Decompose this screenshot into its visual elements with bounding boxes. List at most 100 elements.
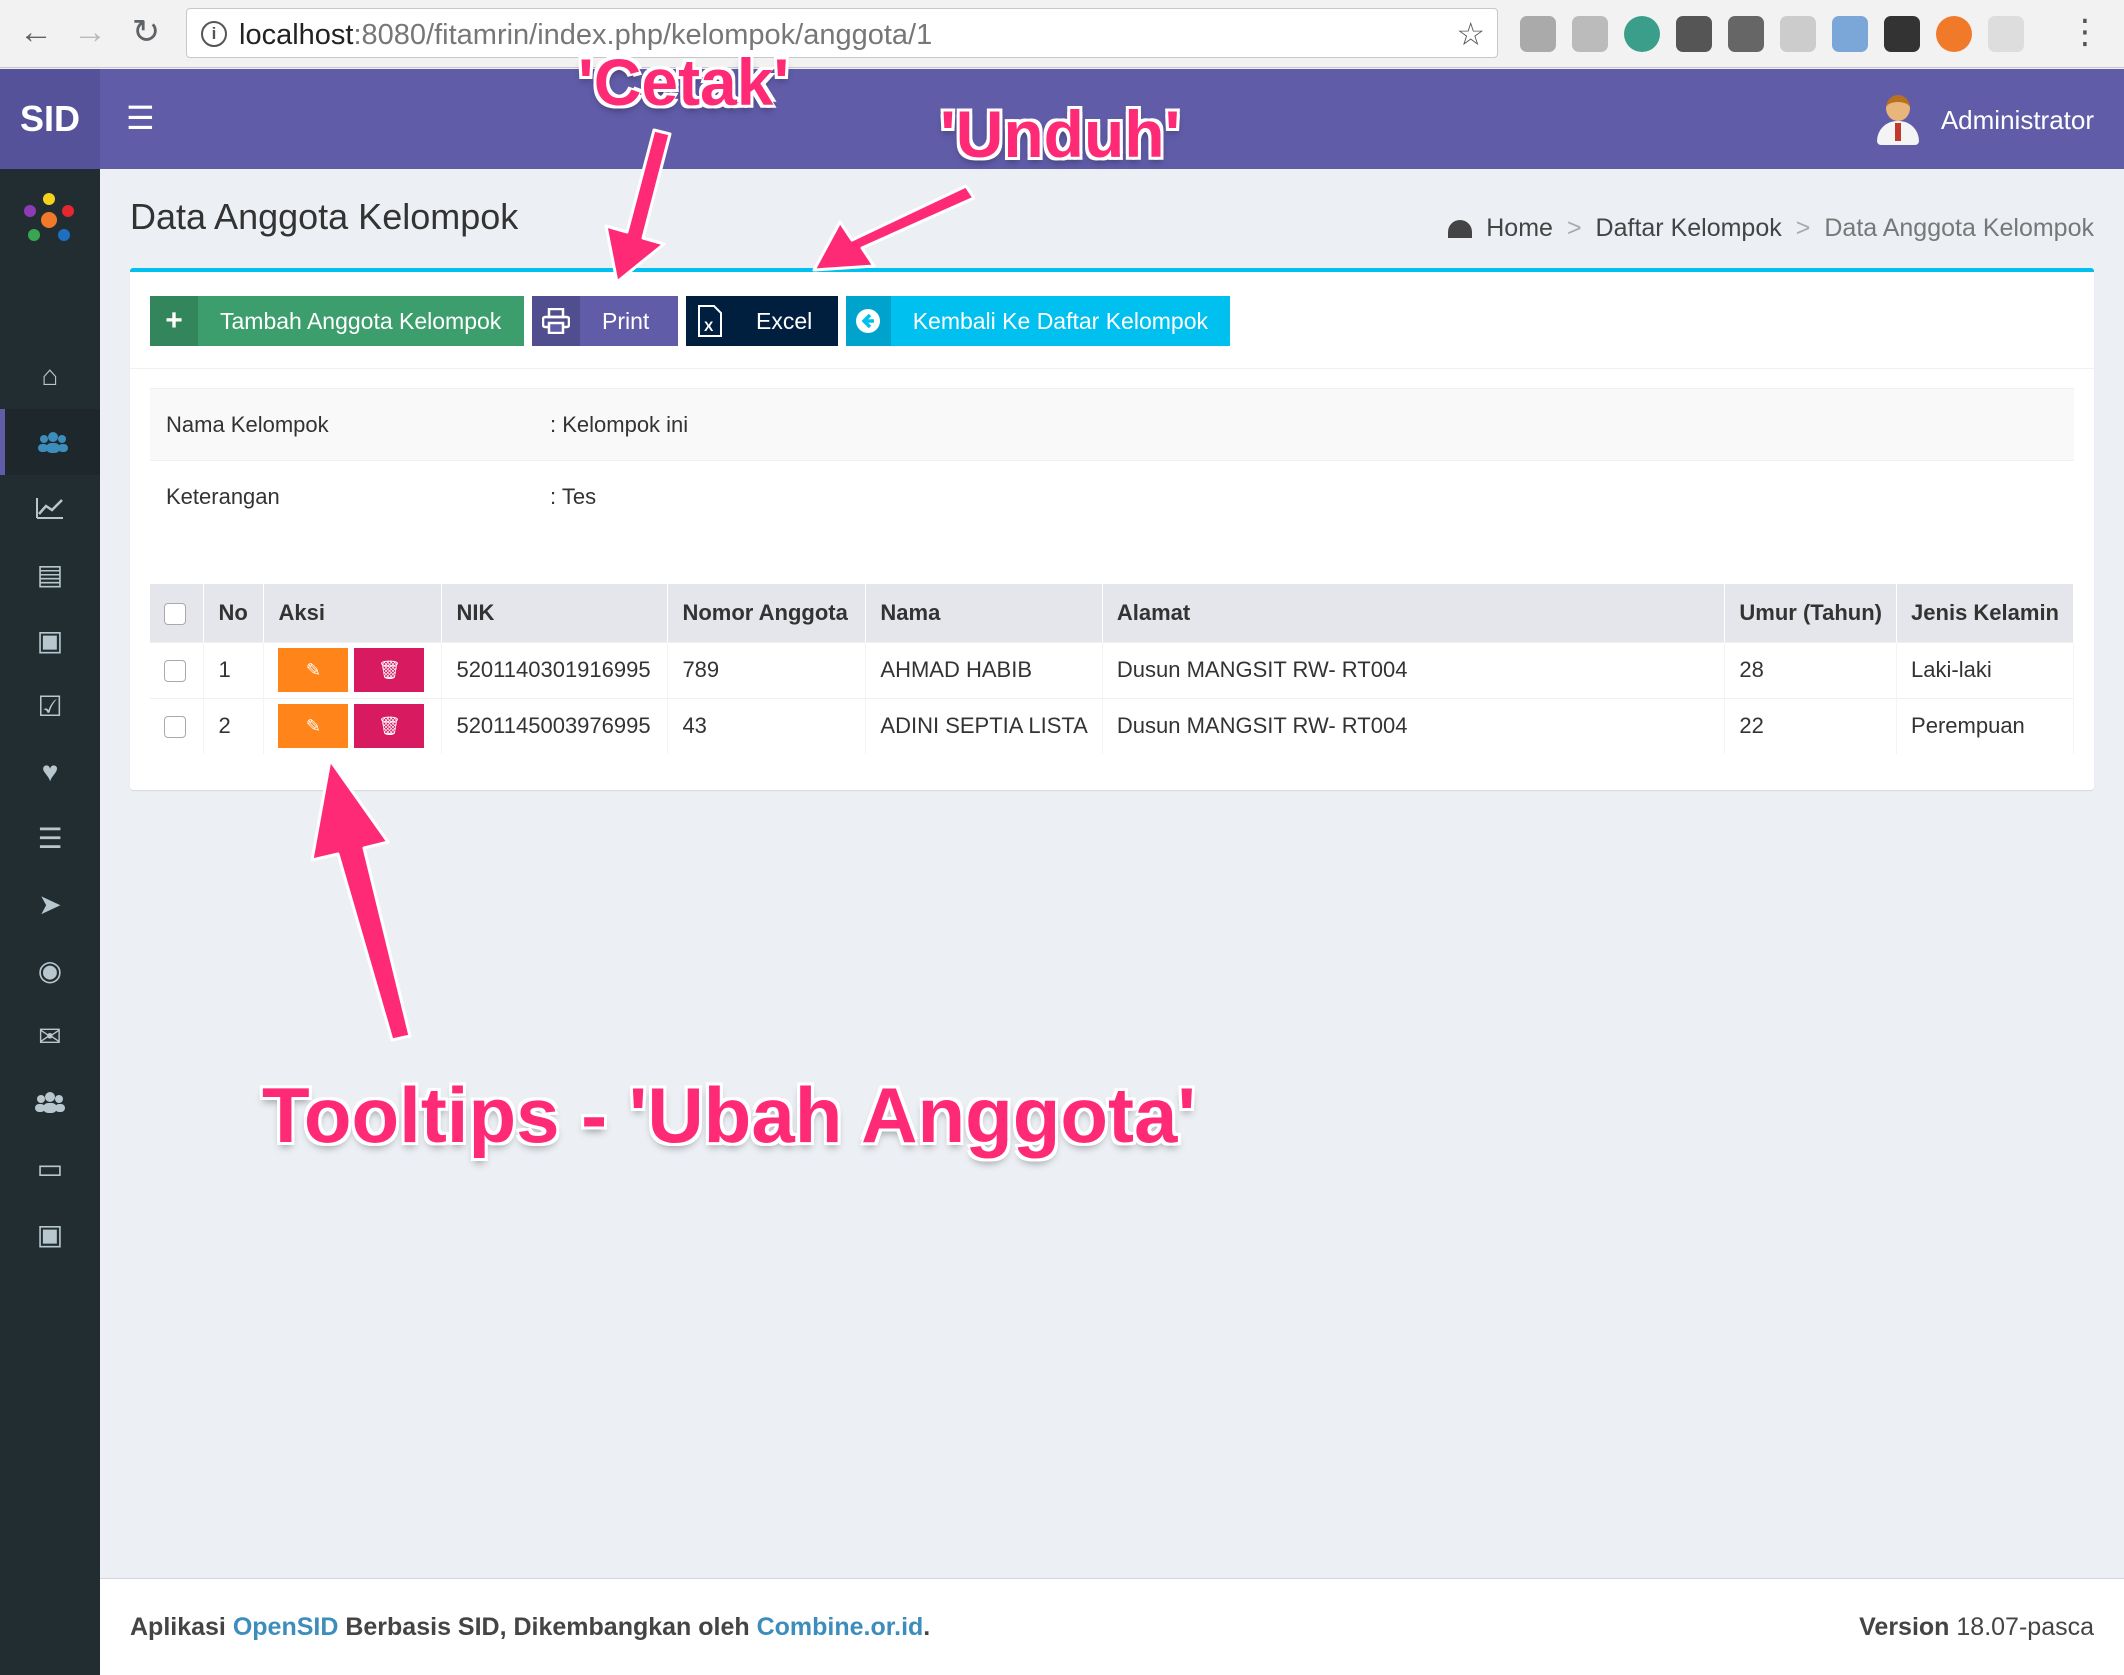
info-icon[interactable]: i bbox=[201, 21, 227, 47]
add-member-label: Tambah Anggota Kelompok bbox=[220, 307, 502, 334]
row-checkbox[interactable] bbox=[164, 660, 186, 683]
sidebar-item-home[interactable]: ⌂ bbox=[0, 343, 100, 409]
clock-extension-icon[interactable] bbox=[1624, 16, 1660, 52]
user-menu[interactable]: Administrator bbox=[1875, 95, 2094, 145]
edit-member-button[interactable]: ✎ bbox=[278, 704, 349, 749]
table-header-row: No Aksi NIK Nomor Anggota Nama Alamat Um… bbox=[150, 584, 2074, 642]
extension-icon[interactable] bbox=[1520, 16, 1556, 52]
browser-menu-icon[interactable]: ⋮ bbox=[2068, 12, 2102, 52]
envelope-icon: ✉ bbox=[38, 1020, 62, 1052]
breadcrumb: Home > Daftar Kelompok > Data Anggota Ke… bbox=[1448, 214, 2094, 243]
combine-link[interactable]: Combine.or.id bbox=[757, 1613, 924, 1641]
toolbar-divider bbox=[130, 368, 2094, 369]
edit-icon: ✎ bbox=[305, 659, 322, 680]
opensid-logo-icon bbox=[24, 193, 74, 241]
bulb-extension-icon[interactable] bbox=[1728, 16, 1764, 52]
back-to-list-label: Kembali Ke Daftar Kelompok bbox=[912, 307, 1208, 334]
add-member-button[interactable]: + Tambah Anggota Kelompok bbox=[150, 296, 524, 346]
plus-icon: + bbox=[150, 296, 198, 346]
annotation-tooltip: Tooltips - 'Ubah Anggota' bbox=[262, 1071, 1196, 1159]
sidebar-item-statistik[interactable] bbox=[0, 475, 100, 541]
sidebar-item-arsip[interactable]: ▣ bbox=[0, 607, 100, 673]
sidebar-item-analisis[interactable]: ☰ bbox=[0, 805, 100, 871]
app-logo[interactable]: SID bbox=[0, 69, 100, 169]
printer-icon bbox=[532, 296, 580, 346]
version-label: Version bbox=[1859, 1613, 1950, 1641]
breadcrumb-separator: > bbox=[1795, 214, 1811, 242]
sidebar-item-buku[interactable]: ▤ bbox=[0, 541, 100, 607]
sidebar-item-checklist[interactable]: ☑ bbox=[0, 673, 100, 739]
breadcrumb-home[interactable]: Home bbox=[1486, 214, 1553, 243]
sidebar-item-kelompok[interactable] bbox=[0, 409, 100, 475]
extension-icon[interactable] bbox=[1832, 16, 1868, 52]
col-umur[interactable]: Umur (Tahun) bbox=[1724, 584, 1898, 642]
back-arrow-icon[interactable]: ← bbox=[14, 10, 58, 54]
sidebar-item-inbox[interactable]: ▣ bbox=[0, 1201, 100, 1267]
delete-member-button[interactable]: 🗑 bbox=[354, 704, 425, 749]
github-extension-icon[interactable] bbox=[1676, 16, 1712, 52]
info-value: : Tes bbox=[534, 460, 2074, 533]
sidebar-item-lokasi[interactable]: ➤ bbox=[0, 871, 100, 937]
delete-member-button[interactable]: 🗑 bbox=[354, 648, 425, 692]
inbox-icon: ▣ bbox=[36, 1218, 64, 1250]
svg-text:X: X bbox=[704, 318, 714, 334]
address-bar[interactable]: i localhost:8080/fitamrin/index.php/kelo… bbox=[186, 8, 1498, 58]
menu-toggle-icon[interactable]: ☰ bbox=[126, 99, 155, 137]
reload-icon[interactable]: ↻ bbox=[124, 10, 168, 54]
extension-icon[interactable] bbox=[1884, 16, 1920, 52]
extension-icon[interactable] bbox=[1572, 16, 1608, 52]
col-alamat[interactable]: Alamat bbox=[1102, 584, 1726, 642]
edit-icon: ✎ bbox=[305, 715, 322, 736]
toolbar: + Tambah Anggota Kelompok Print X Excel … bbox=[150, 296, 1230, 346]
cell-no: 1 bbox=[203, 641, 265, 698]
info-label: Nama Kelompok bbox=[150, 388, 534, 461]
footer-credits: Aplikasi OpenSID Berbasis SID, Dikembang… bbox=[130, 1613, 930, 1642]
col-nik[interactable]: NIK bbox=[441, 584, 669, 642]
row-checkbox[interactable] bbox=[164, 716, 186, 739]
dashboard-icon bbox=[1448, 219, 1473, 238]
trash-icon: 🗑 bbox=[378, 715, 401, 736]
users-icon bbox=[35, 1092, 65, 1113]
breadcrumb-daftar-kelompok[interactable]: Daftar Kelompok bbox=[1596, 214, 1782, 243]
cell-umur: 22 bbox=[1724, 697, 1898, 754]
check-square-icon: ☑ bbox=[37, 690, 63, 722]
trash-icon: 🗑 bbox=[378, 659, 401, 680]
print-button[interactable]: Print bbox=[532, 296, 678, 346]
extension-bar bbox=[1520, 14, 2024, 54]
extension-icon[interactable] bbox=[1988, 16, 2024, 52]
heart-icon: ♥ bbox=[41, 756, 59, 787]
sidebar-item-web[interactable]: ▭ bbox=[0, 1135, 100, 1201]
bookmark-star-icon[interactable]: ☆ bbox=[1456, 15, 1485, 53]
select-all-checkbox[interactable] bbox=[164, 602, 186, 625]
forward-arrow-icon[interactable]: → bbox=[68, 10, 112, 54]
sidebar-item-pesan[interactable]: ✉ bbox=[0, 1003, 100, 1069]
location-arrow-icon: ➤ bbox=[38, 888, 62, 920]
cell-jenis-kelamin: Laki-laki bbox=[1896, 641, 2074, 698]
opensid-link[interactable]: OpenSID bbox=[233, 1613, 339, 1641]
sidebar-item-bantuan[interactable]: ♥ bbox=[0, 739, 100, 805]
sidebar: ⌂ ▤ ▣ ☑ ♥ ☰ ➤ ◉ ✉ ▭ ▣ bbox=[0, 169, 100, 1675]
members-table: No Aksi NIK Nomor Anggota Nama Alamat Um… bbox=[150, 584, 2074, 754]
back-to-list-button[interactable]: Kembali Ke Daftar Kelompok bbox=[846, 296, 1230, 346]
breadcrumb-current: Data Anggota Kelompok bbox=[1824, 214, 2094, 242]
excel-file-icon: X bbox=[686, 296, 734, 346]
sidebar-item-pengguna[interactable] bbox=[0, 1069, 100, 1135]
extension-icon[interactable] bbox=[1936, 16, 1972, 52]
sidebar-item-peta[interactable]: ◉ bbox=[0, 937, 100, 1003]
cell-nama: ADINI SEPTIA LISTA bbox=[865, 697, 1103, 754]
monitor-icon: ▭ bbox=[36, 1152, 64, 1184]
book-icon: ▤ bbox=[36, 558, 64, 590]
edit-member-button[interactable]: ✎ bbox=[278, 648, 349, 692]
col-nama[interactable]: Nama bbox=[865, 584, 1103, 642]
cell-nik: 5201140301916995 bbox=[441, 641, 669, 698]
col-nomor-anggota[interactable]: Nomor Anggota bbox=[667, 584, 867, 642]
extension-icon[interactable] bbox=[1780, 16, 1816, 52]
info-row: Nama Kelompok : Kelompok ini bbox=[150, 388, 2074, 461]
excel-button[interactable]: X Excel bbox=[686, 296, 838, 346]
footer-prefix: Aplikasi bbox=[130, 1613, 233, 1641]
cell-nama: AHMAD HABIB bbox=[865, 641, 1103, 698]
print-label: Print bbox=[602, 307, 650, 334]
cell-nomor-anggota: 43 bbox=[667, 697, 867, 754]
col-jenis-kelamin[interactable]: Jenis Kelamin bbox=[1896, 584, 2074, 642]
col-aksi: Aksi bbox=[263, 584, 443, 642]
